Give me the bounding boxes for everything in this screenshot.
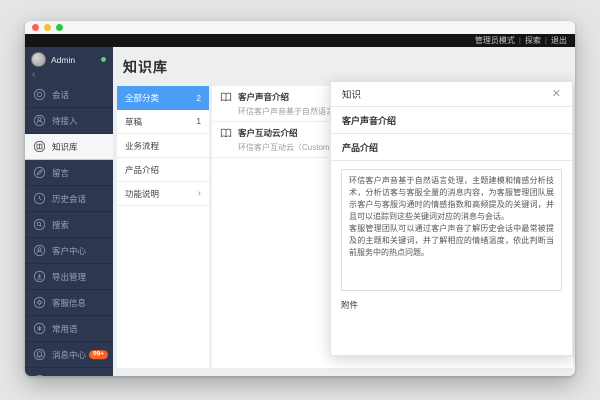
category-label: 草稿	[125, 116, 142, 128]
article-title: 客户声音介绍	[238, 91, 289, 103]
category-label: 业务流程	[125, 140, 159, 152]
zoom-window-icon[interactable]	[56, 24, 63, 31]
knowledge-detail-panel: 知识 ✕ 客户声音介绍 产品介绍 环信客户声音基于自然语言处理，主题建模和情感分…	[330, 81, 573, 356]
collapse-sidebar-button[interactable]: ‹	[25, 69, 113, 82]
customer-icon	[33, 244, 46, 257]
divider: |	[545, 36, 547, 45]
sidebar-item-label: 常用语	[52, 323, 78, 335]
category-product-intro[interactable]: 产品介绍	[117, 158, 209, 182]
search-icon	[33, 218, 46, 231]
sidebar-item-agent-info[interactable]: 客服信息	[25, 290, 113, 316]
sidebar-item-label: 客服信息	[52, 297, 86, 309]
sidebar-item-label: 导出管理	[52, 271, 86, 283]
bell-icon	[33, 348, 46, 361]
avatar[interactable]	[31, 52, 46, 67]
notification-badge: 99+	[89, 350, 108, 360]
sidebar-item-common-phrases[interactable]: 常用语	[25, 316, 113, 342]
agent-icon	[33, 296, 46, 309]
panel-item-label: 客户声音介绍	[342, 114, 396, 127]
sidebar-item-label: 客户中心	[52, 245, 86, 257]
logout-link[interactable]: 退出	[551, 35, 567, 46]
minimize-window-icon[interactable]	[44, 24, 51, 31]
sidebar-item-queue[interactable]: 待接入	[25, 108, 113, 134]
category-count: 1	[197, 117, 201, 126]
sidebar-item-sessions[interactable]: 会话	[25, 82, 113, 108]
message-icon	[33, 166, 46, 179]
sidebar-item-label: 历史会话	[52, 193, 86, 205]
stats-icon	[33, 374, 46, 376]
sidebar-nav: 会话 待接入 知识库	[25, 82, 113, 376]
app-window: 管理员模式 | 探索 | 退出 Admin ‹ 会话	[25, 21, 575, 376]
close-window-icon[interactable]	[32, 24, 39, 31]
sidebar-item-label: 待接入	[52, 115, 78, 127]
online-status-dot	[101, 57, 106, 62]
sidebar-item-history[interactable]: 历史会话	[25, 186, 113, 212]
phrases-icon	[33, 322, 46, 335]
article-paragraph: 客服管理团队可以通过客户声音了解历史会话中最常被提及的主题和关键词，并了解相应的…	[349, 223, 554, 259]
chat-icon	[33, 88, 46, 101]
sidebar-item-label: 统计数据	[52, 375, 86, 377]
divider: |	[519, 36, 521, 45]
admin-mode-link[interactable]: 管理员模式	[475, 35, 515, 46]
panel-item-customer-voice[interactable]: 客户声音介绍	[331, 107, 572, 134]
user-row: Admin	[25, 47, 113, 69]
article-title: 客户互动云介绍	[238, 127, 298, 139]
category-drafts[interactable]: 草稿 1	[117, 110, 209, 134]
category-label: 全部分类	[125, 92, 159, 104]
user-name: Admin	[51, 55, 101, 65]
history-icon	[33, 192, 46, 205]
sidebar-item-label: 搜索	[52, 219, 69, 231]
category-business-process[interactable]: 业务流程	[117, 134, 209, 158]
sidebar-item-label: 会话	[52, 89, 69, 101]
sidebar-item-search[interactable]: 搜索	[25, 212, 113, 238]
category-label: 产品介绍	[125, 164, 159, 176]
sidebar: Admin ‹ 会话 待接入	[25, 47, 113, 376]
explore-link[interactable]: 探索	[525, 35, 541, 46]
page-title: 知识库	[123, 57, 168, 77]
titlebar	[25, 21, 575, 34]
sidebar-item-notifications[interactable]: 消息中心 99+	[25, 342, 113, 368]
book-icon	[220, 92, 232, 102]
sidebar-item-statistics[interactable]: 统计数据	[25, 368, 113, 376]
queue-icon	[33, 114, 46, 127]
panel-header: 知识 ✕	[331, 82, 572, 107]
admin-topbar: 管理员模式 | 探索 | 退出	[25, 34, 575, 47]
panel-item-label: 产品介绍	[342, 141, 378, 154]
sidebar-item-leave-message[interactable]: 留言	[25, 160, 113, 186]
category-all[interactable]: 全部分类 2	[117, 86, 209, 110]
article-body-box[interactable]: 环信客户声音基于自然语言处理，主题建模和情感分析技术，分析访客与客服全量的消息内…	[341, 169, 562, 291]
article-paragraph: 环信客户声音基于自然语言处理，主题建模和情感分析技术，分析访客与客服全量的消息内…	[349, 175, 554, 223]
sidebar-item-knowledge-base[interactable]: 知识库	[25, 134, 113, 160]
category-panel: 全部分类 2 草稿 1 业务流程 产品介绍 功能说明 ›	[117, 86, 209, 368]
panel-title: 知识	[342, 87, 361, 101]
sidebar-item-label: 留言	[52, 167, 69, 179]
knowledge-icon	[33, 140, 46, 153]
category-count: 2	[197, 94, 201, 103]
category-label: 功能说明	[125, 188, 159, 200]
sidebar-item-label: 知识库	[52, 141, 78, 153]
close-icon[interactable]: ✕	[552, 89, 561, 100]
sidebar-item-customer-center[interactable]: 客户中心	[25, 238, 113, 264]
book-icon	[220, 128, 232, 138]
export-icon	[33, 270, 46, 283]
category-feature-docs[interactable]: 功能说明 ›	[117, 182, 209, 206]
sidebar-item-label: 消息中心	[52, 349, 86, 361]
attachment-label: 附件	[341, 299, 562, 311]
chevron-right-icon: ›	[198, 188, 201, 199]
panel-item-product-intro[interactable]: 产品介绍	[331, 134, 572, 161]
sidebar-item-export[interactable]: 导出管理	[25, 264, 113, 290]
